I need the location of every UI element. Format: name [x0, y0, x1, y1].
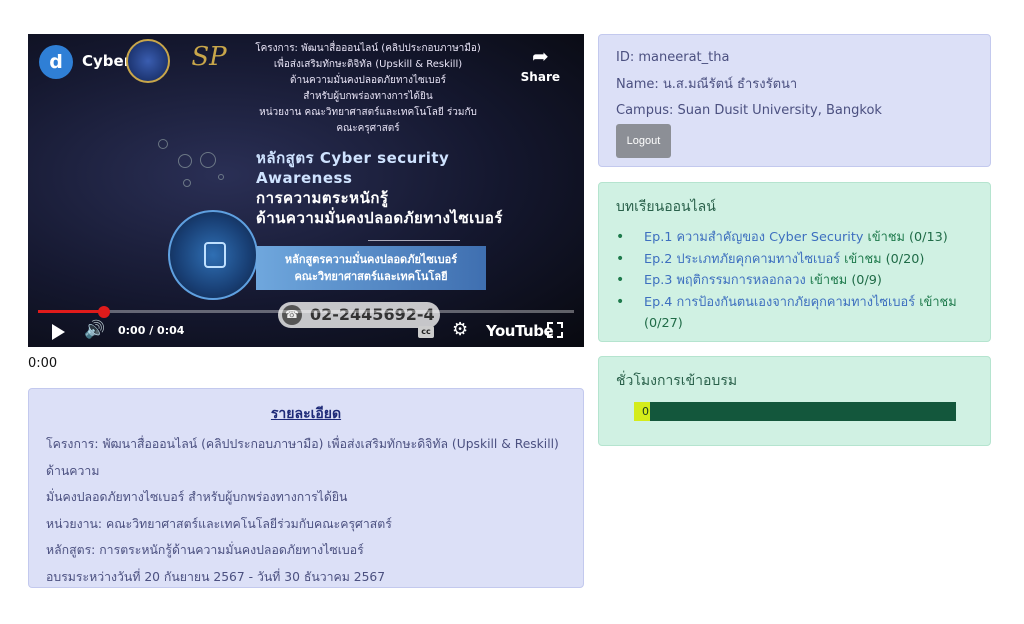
- training-hours-progress: 0: [634, 402, 956, 421]
- lesson-watch-link[interactable]: เข้าชม: [844, 252, 881, 267]
- details-text: โครงการ: พัฒนาสื่อออนไลน์ (คลิปประกอบภาษ…: [46, 431, 566, 590]
- user-id: ID: maneerat_tha: [616, 50, 730, 65]
- share-label: Share: [520, 70, 560, 84]
- channel-name[interactable]: Cyber: [82, 52, 131, 70]
- lessons-heading: บทเรียนออนไลน์: [616, 199, 716, 215]
- video-heading-line: หน่วยงาน คณะวิทยาศาสตร์และเทคโนโลยี ร่วม…: [259, 107, 477, 118]
- course-title-line: ด้านความมั่นคงปลอดภัยทางไซเบอร์: [256, 209, 503, 227]
- video-scrubber-handle[interactable]: [98, 306, 111, 318]
- course-title-line: หลักสูตร Cyber security: [256, 149, 450, 167]
- video-heading-line: สำหรับผู้บกพร่องทางการได้ยิน: [303, 91, 433, 102]
- share-arrow-icon: ➦: [531, 44, 549, 68]
- captions-icon[interactable]: cc: [418, 326, 434, 338]
- lesson-watch-link[interactable]: เข้าชม: [919, 295, 956, 310]
- gear-icon[interactable]: ⚙: [452, 319, 468, 340]
- details-line: หลักสูตร: การตระหนักรู้ด้านความมั่นคงปลอ…: [46, 543, 364, 557]
- share-button[interactable]: ➦ Share: [521, 46, 560, 84]
- channel-avatar[interactable]: d: [39, 45, 73, 79]
- video-controls: 🔊 0:00 / 0:04 cc ⚙ YouTube: [28, 318, 584, 346]
- lesson-progress: (0/27): [644, 316, 683, 332]
- lesson-watch-link[interactable]: เข้าชม: [810, 273, 847, 288]
- course-title: หลักสูตร Cyber security Awareness การควา…: [256, 148, 503, 228]
- training-hours-card: ชั่วโมงการเข้าอบรม 0: [598, 356, 991, 446]
- user-info: ID: maneerat_tha Name: น.ส.มณีรัตน์ ธำรง…: [616, 45, 882, 125]
- video-heading-line: เพื่อส่งเสริมทักษะดิจิทัล (Upskill & Res…: [273, 59, 463, 70]
- video-progress-bar[interactable]: [38, 306, 574, 318]
- lock-icon: [204, 242, 226, 268]
- lesson-progress: (0/20): [885, 251, 925, 267]
- course-banner-line: หลักสูตรความมั่นคงปลอดภัยไซเบอร์: [284, 253, 458, 266]
- course-title-line: Awareness: [256, 169, 353, 187]
- user-card: ID: maneerat_tha Name: น.ส.มณีรัตน์ ธำรง…: [598, 34, 991, 167]
- fullscreen-icon[interactable]: [547, 322, 563, 338]
- lesson-link[interactable]: Ep.1 ความสำคัญของ Cyber Security: [644, 230, 863, 245]
- lesson-item: Ep.4 การป้องกันตนเองจากภัยคุกคามทางไซเบอ…: [616, 292, 981, 335]
- current-time-text: 0:00: [28, 356, 58, 371]
- lesson-progress: (0/13): [909, 230, 948, 245]
- page: d Cyber SP โครงการ: พัฒนาสื่อออนไลน์ (คล…: [0, 0, 1024, 624]
- training-hours-fill: 0: [634, 402, 651, 421]
- lesson-progress: (0/9): [851, 273, 882, 289]
- video-progress-played: [38, 310, 105, 313]
- course-banner-line: คณะวิทยาศาสตร์และเทคโนโลยี: [294, 270, 448, 283]
- lesson-link[interactable]: Ep.4 การป้องกันตนเองจากภัยคุกคามทางไซเบอ…: [644, 295, 915, 310]
- video-heading: โครงการ: พัฒนาสื่อออนไลน์ (คลิปประกอบภาษ…: [228, 41, 508, 137]
- details-line: มั่นคงปลอดภัยทางไซเบอร์ สำหรับผู้บกพร่อง…: [46, 490, 348, 504]
- details-card: รายละเอียด โครงการ: พัฒนาสื่อออนไลน์ (คล…: [28, 388, 584, 588]
- details-line: หน่วยงาน: คณะวิทยาศาสตร์และเทคโนโลยีร่วม…: [46, 516, 392, 531]
- details-title: รายละเอียด: [270, 406, 342, 422]
- logout-button[interactable]: Logout: [616, 124, 671, 158]
- youtube-logo[interactable]: YouTube: [486, 322, 554, 340]
- play-icon[interactable]: [52, 324, 65, 340]
- lesson-item: Ep.3 พฤติกรรมการหลอกลวง เข้าชม (0/9): [616, 270, 981, 292]
- lessons-card: บทเรียนออนไลน์ Ep.1 ความสำคัญของ Cyber S…: [598, 182, 991, 342]
- divider: [368, 240, 460, 241]
- volume-icon[interactable]: 🔊: [84, 320, 105, 340]
- shield-lock-graphic: [168, 210, 258, 300]
- video-heading-line: โครงการ: พัฒนาสื่อออนไลน์ (คลิปประกอบภาษ…: [255, 43, 481, 54]
- course-banner: หลักสูตรความมั่นคงปลอดภัยไซเบอร์ คณะวิทย…: [256, 246, 486, 290]
- lesson-watch-link[interactable]: เข้าชม: [868, 230, 905, 245]
- training-hours-heading: ชั่วโมงการเข้าอบรม: [616, 373, 738, 389]
- lesson-link[interactable]: Ep.3 พฤติกรรมการหลอกลวง: [644, 273, 806, 288]
- lesson-link[interactable]: Ep.2 ประเภทภัยคุกคามทางไซเบอร์: [644, 252, 840, 267]
- video-time: 0:00 / 0:04: [118, 324, 185, 337]
- video-player[interactable]: d Cyber SP โครงการ: พัฒนาสื่อออนไลน์ (คล…: [28, 34, 584, 347]
- university-seal-logo: [126, 39, 170, 83]
- lesson-list: Ep.1 ความสำคัญของ Cyber Security เข้าชม …: [616, 227, 981, 335]
- video-heading-line: คณะครุศาสตร์: [336, 123, 400, 134]
- lesson-item: Ep.1 ความสำคัญของ Cyber Security เข้าชม …: [616, 227, 981, 249]
- user-campus: Campus: Suan Dusit University, Bangkok: [616, 103, 882, 118]
- details-line: โครงการ: พัฒนาสื่อออนไลน์ (คลิปประกอบภาษ…: [46, 437, 559, 478]
- details-line: อบรมระหว่างวันที่ 20 กันยายน 2567 - วันท…: [46, 569, 386, 584]
- course-title-line: การความตระหนักรู้: [256, 189, 389, 207]
- video-heading-line: ด้านความมั่นคงปลอดภัยทางไซเบอร์: [290, 75, 446, 86]
- lesson-item: Ep.2 ประเภทภัยคุกคามทางไซเบอร์ เข้าชม (0…: [616, 249, 981, 271]
- user-name: Name: น.ส.มณีรัตน์ ธำรงรัตนา: [616, 76, 798, 92]
